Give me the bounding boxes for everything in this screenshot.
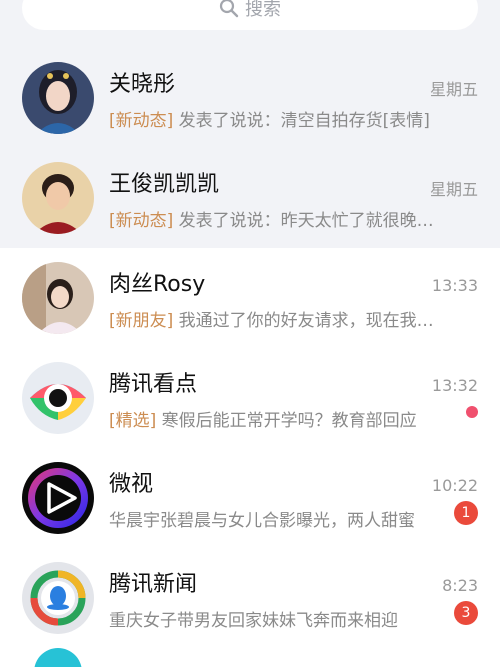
timestamp: 星期五 [429,80,478,99]
message-preview: [新朋友] 我通过了你的好友请求，现在我们可以聊天了 [109,306,449,331]
search-bar[interactable]: 搜索 [22,0,478,30]
preview-text: 华晨宇张碧晨与女儿合影曝光，两人甜蜜 [109,511,415,531]
unread-badge: 1 [454,501,478,525]
avatar-play-logo-icon[interactable] [22,462,94,534]
message-preview: [精选] 寒假后能正常开学吗？教育部回应 [109,406,449,431]
contact-name: 腾讯新闻 [109,572,198,597]
conversation-row[interactable]: 王俊凯凯凯 星期五 [新动态] 发表了说说：昨天太忙了就很晚才回 [0,148,500,248]
preview-text: 重庆女子带男友回家妹妹飞奔而来相迎 [109,611,398,631]
search-icon [219,0,239,18]
conversation-row[interactable]: 微视 10:22 华晨宇张碧晨与女儿合影曝光，两人甜蜜 1 [0,448,500,548]
message-preview: [新动态] 发表了说说：清空自拍存货[表情] [109,106,449,131]
timestamp: 13:32 [431,376,478,395]
message-preview: 华晨宇张碧晨与女儿合影曝光，两人甜蜜 [109,506,449,531]
message-preview: 重庆女子带男友回家妹妹飞奔而来相迎 [109,606,449,631]
preview-tag: [新动态] [109,211,174,231]
timestamp: 10:22 [431,476,478,495]
contact-name: 王俊凯凯凯 [109,172,220,197]
timestamp: 13:33 [431,276,478,295]
contact-name: 肉丝Rosy [109,272,206,297]
preview-tag: [新朋友] [109,311,174,331]
avatar-woman-portrait-icon[interactable] [22,62,94,134]
conversation-row[interactable]: 肉丝Rosy 13:33 [新朋友] 我通过了你的好友请求，现在我们可以聊天了 [0,248,500,348]
contact-name: 关晓彤 [109,72,176,97]
avatar-girl-selfie-icon[interactable] [22,262,94,334]
timestamp: 星期五 [429,180,478,199]
conversation-list: 关晓彤 星期五 [新动态] 发表了说说：清空自拍存货[表情] 王俊凯凯凯 星期五… [0,48,500,648]
avatar-eye-logo-icon[interactable] [22,362,94,434]
conversation-row[interactable]: 关晓彤 星期五 [新动态] 发表了说说：清空自拍存货[表情] [0,48,500,148]
unread-badge: 3 [454,601,478,625]
conversation-row[interactable]: 腾讯看点 13:32 [精选] 寒假后能正常开学吗？教育部回应 [0,348,500,448]
preview-text: 发表了说说：昨天太忙了就很晚才回 [173,211,449,231]
preview-text: 发表了说说：清空自拍存货[表情] [173,111,430,131]
preview-text: 我通过了你的好友请求，现在我们可以聊天了 [178,311,449,331]
unread-dot [466,406,478,418]
avatar-news-logo-icon[interactable] [22,562,94,634]
message-preview: [新动态] 发表了说说：昨天太忙了就很晚才回 [109,206,449,231]
avatar-man-portrait-icon[interactable] [22,162,94,234]
timestamp: 8:23 [442,576,478,595]
contact-name: 微视 [109,472,154,497]
contact-name: 腾讯看点 [109,372,198,397]
conversation-row[interactable]: 腾讯新闻 8:23 重庆女子带男友回家妹妹飞奔而来相迎 3 [0,548,500,648]
search-placeholder: 搜索 [245,0,281,20]
next-avatar-partial[interactable] [34,648,82,667]
preview-text: 寒假后能正常开学吗？教育部回应 [156,411,417,431]
search-area: 搜索 [0,0,500,48]
preview-tag: [精选] [109,411,157,431]
preview-tag: [新动态] [109,111,174,131]
